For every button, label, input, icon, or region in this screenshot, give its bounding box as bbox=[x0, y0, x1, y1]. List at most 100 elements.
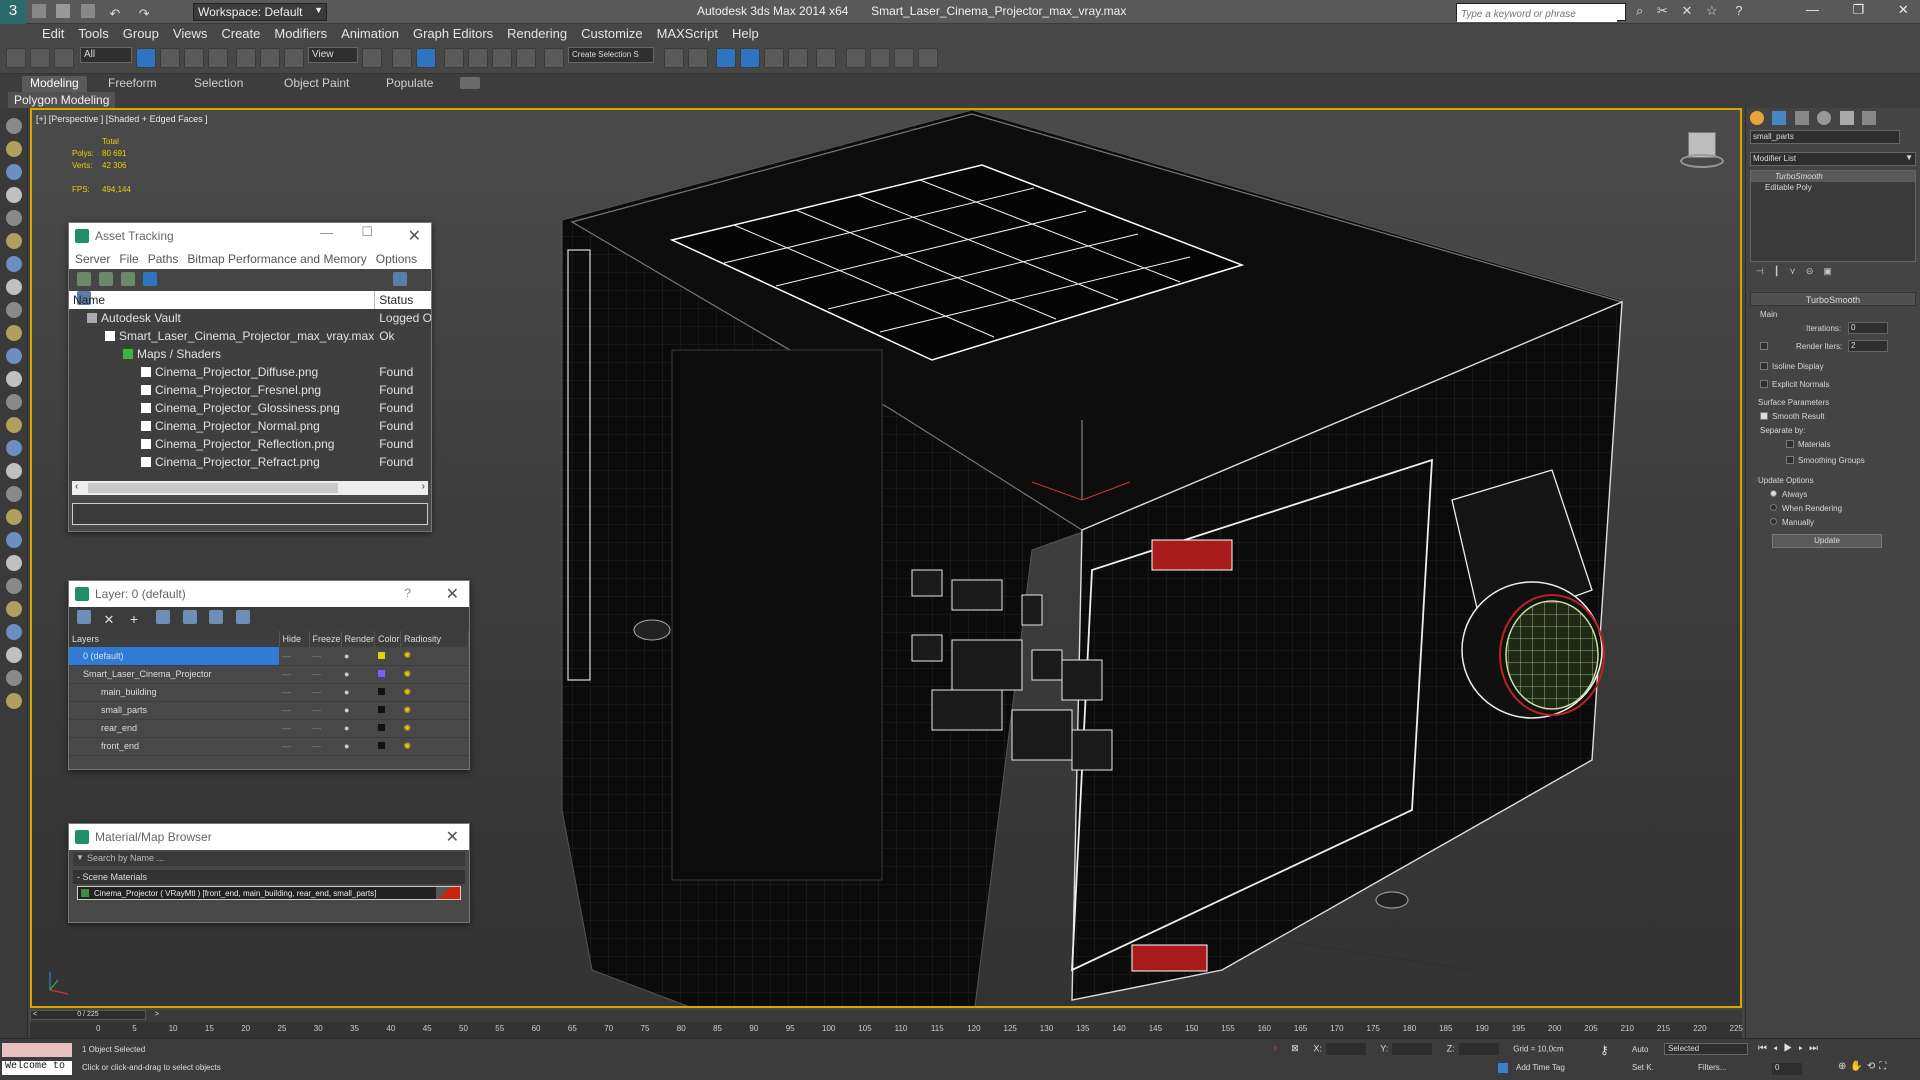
x-field[interactable] bbox=[1325, 1043, 1366, 1055]
ribbon-options-icon[interactable] bbox=[460, 77, 480, 89]
asset-path-field[interactable] bbox=[72, 503, 428, 525]
freeze-toggle[interactable]: — bbox=[309, 665, 342, 684]
left-tool-icon[interactable] bbox=[6, 463, 22, 479]
slider-prev-icon[interactable]: < bbox=[33, 1011, 37, 1018]
maxscript-listener[interactable] bbox=[2, 1043, 72, 1057]
material-browser-titlebar[interactable]: Material/Map Browser ✕ bbox=[69, 824, 469, 850]
radiosity-toggle[interactable]: ✺ bbox=[400, 719, 469, 738]
close-icon[interactable]: ✕ bbox=[1898, 2, 1909, 17]
menu-item[interactable]: Customize bbox=[581, 24, 642, 41]
menu-item[interactable]: Animation bbox=[341, 24, 399, 41]
remove-modifier-icon[interactable]: ⊝ bbox=[1806, 266, 1824, 276]
go-to-start-icon[interactable]: ⏮ bbox=[1758, 1043, 1773, 1054]
table-row[interactable]: Cinema_Projector_Glossiness.png Found bbox=[69, 399, 431, 418]
radiosity-toggle[interactable]: ✺ bbox=[400, 647, 469, 666]
scale-icon[interactable] bbox=[284, 48, 304, 68]
freeze-toggle[interactable]: — bbox=[309, 701, 342, 720]
layer-column-header[interactable]: Hide bbox=[279, 631, 310, 647]
minimize-icon[interactable]: — bbox=[320, 225, 333, 240]
render-teapot-icon[interactable] bbox=[918, 48, 938, 68]
modify-tab-icon[interactable] bbox=[1772, 111, 1787, 125]
z-field[interactable] bbox=[1458, 1043, 1499, 1055]
menu-item[interactable]: Graph Editors bbox=[413, 24, 493, 41]
select-manipulate-icon[interactable] bbox=[392, 48, 412, 68]
menu-item[interactable]: Rendering bbox=[507, 24, 567, 41]
left-tool-icon[interactable] bbox=[6, 647, 22, 663]
maximize-icon[interactable]: ☐ bbox=[361, 224, 373, 240]
layer-manager-titlebar[interactable]: Layer: 0 (default) ? ✕ bbox=[69, 581, 469, 607]
stack-item-turbosmooth[interactable]: TurboSmooth bbox=[1751, 171, 1915, 182]
help-icon[interactable] bbox=[393, 272, 408, 286]
scroll-right-icon[interactable]: › bbox=[422, 481, 425, 492]
menu-item[interactable]: Tools bbox=[78, 24, 108, 41]
left-tool-icon[interactable] bbox=[6, 371, 22, 387]
absolute-mode-icon[interactable]: ⊠ bbox=[1291, 1043, 1299, 1053]
layer-color-swatch[interactable] bbox=[374, 701, 401, 720]
material-search-input[interactable]: ▼ Search by Name ... bbox=[73, 852, 465, 866]
asset-menu-item[interactable]: Options bbox=[376, 252, 417, 266]
hide-toggle[interactable]: — bbox=[279, 719, 309, 738]
schematic-view-icon[interactable] bbox=[816, 48, 836, 68]
asset-table-scrollbar[interactable]: ‹ › bbox=[72, 481, 428, 495]
stack-item-editable-poly[interactable]: Editable Poly bbox=[1751, 182, 1915, 193]
column-header-name[interactable]: Name bbox=[69, 291, 376, 309]
table-row[interactable]: Cinema_Projector_Reflection.png Found bbox=[69, 435, 431, 454]
ribbon-subtab-polygon-modeling[interactable]: Polygon Modeling bbox=[8, 92, 116, 108]
left-tool-icon[interactable] bbox=[6, 693, 22, 709]
table-row[interactable]: Cinema_Projector_Refract.png Found bbox=[69, 453, 431, 472]
hide-toggle[interactable]: — bbox=[279, 647, 309, 666]
angle-snap-icon[interactable] bbox=[468, 48, 488, 68]
select-object-icon[interactable] bbox=[136, 48, 156, 68]
create-tab-icon[interactable] bbox=[1750, 111, 1764, 125]
help-icon[interactable]: ? bbox=[404, 586, 411, 600]
key-mode-dropdown[interactable]: Selected bbox=[1664, 1043, 1748, 1055]
left-tool-icon[interactable] bbox=[6, 325, 22, 341]
new-layer-icon[interactable] bbox=[77, 610, 91, 624]
isoline-display-checkbox[interactable] bbox=[1760, 362, 1768, 370]
help-icon[interactable]: ? bbox=[1735, 3, 1742, 18]
left-tool-icon[interactable] bbox=[6, 210, 22, 226]
layer-row[interactable]: 0 (default) — — ● ✺ bbox=[69, 647, 469, 666]
left-tool-icon[interactable] bbox=[6, 118, 22, 134]
slider-next-icon[interactable]: > bbox=[155, 1011, 159, 1018]
curve-editor-icon[interactable] bbox=[788, 48, 808, 68]
layer-color-swatch[interactable] bbox=[374, 719, 401, 738]
go-to-end-icon[interactable]: ⏭ bbox=[1809, 1043, 1824, 1054]
edit-named-selection-icon[interactable] bbox=[544, 48, 564, 68]
subscription-icon[interactable]: ✂ bbox=[1657, 3, 1668, 18]
layer-row[interactable]: front_end — — ● ✺ bbox=[69, 737, 469, 756]
left-tool-icon[interactable] bbox=[6, 532, 22, 548]
layer-color-swatch[interactable] bbox=[374, 737, 401, 756]
ribbon-tab-object-paint[interactable]: Object Paint bbox=[276, 76, 357, 92]
rectangular-selection-icon[interactable] bbox=[184, 48, 204, 68]
left-tool-icon[interactable] bbox=[6, 302, 22, 318]
material-item[interactable]: Cinema_Projector ( VRayMtl ) [front_end,… bbox=[77, 886, 461, 900]
workspace-dropdown[interactable]: Workspace: Default ▼ bbox=[193, 3, 327, 21]
left-tool-icon[interactable] bbox=[6, 348, 22, 364]
materials-checkbox[interactable] bbox=[1786, 440, 1794, 448]
table-row[interactable]: Autodesk Vault Logged O... bbox=[69, 309, 431, 328]
layer-column-header[interactable]: Radiosity bbox=[400, 631, 469, 647]
rendered-frame-icon[interactable] bbox=[894, 48, 914, 68]
left-tool-icon[interactable] bbox=[6, 417, 22, 433]
reference-coordinate-dropdown[interactable]: View bbox=[308, 47, 358, 63]
play-icon[interactable]: ▶ bbox=[1784, 1043, 1799, 1054]
menu-item[interactable]: Views bbox=[173, 24, 207, 41]
display-tab-icon[interactable] bbox=[1839, 111, 1854, 125]
scroll-left-icon[interactable]: ‹ bbox=[75, 481, 78, 492]
asset-menu-item[interactable]: File bbox=[119, 252, 138, 266]
list-view-icon[interactable] bbox=[99, 272, 113, 286]
set-key-icon[interactable]: ⚷ bbox=[1600, 1043, 1609, 1057]
next-frame-icon[interactable]: ▸ bbox=[1798, 1043, 1809, 1054]
menu-item[interactable]: Help bbox=[732, 24, 759, 41]
freeze-toggle[interactable]: — bbox=[309, 647, 342, 666]
left-tool-icon[interactable] bbox=[6, 141, 22, 157]
render-toggle[interactable]: ● bbox=[341, 701, 375, 720]
left-tool-icon[interactable] bbox=[6, 670, 22, 686]
set-key-button[interactable]: Set K. bbox=[1632, 1063, 1654, 1072]
snaps-toggle-icon[interactable] bbox=[444, 48, 464, 68]
make-unique-icon[interactable]: ⋎ bbox=[1789, 266, 1806, 276]
viewcube-icon[interactable] bbox=[1680, 132, 1724, 172]
table-row[interactable]: Cinema_Projector_Diffuse.png Found bbox=[69, 363, 431, 382]
asset-menu-item[interactable]: Server bbox=[75, 252, 110, 266]
